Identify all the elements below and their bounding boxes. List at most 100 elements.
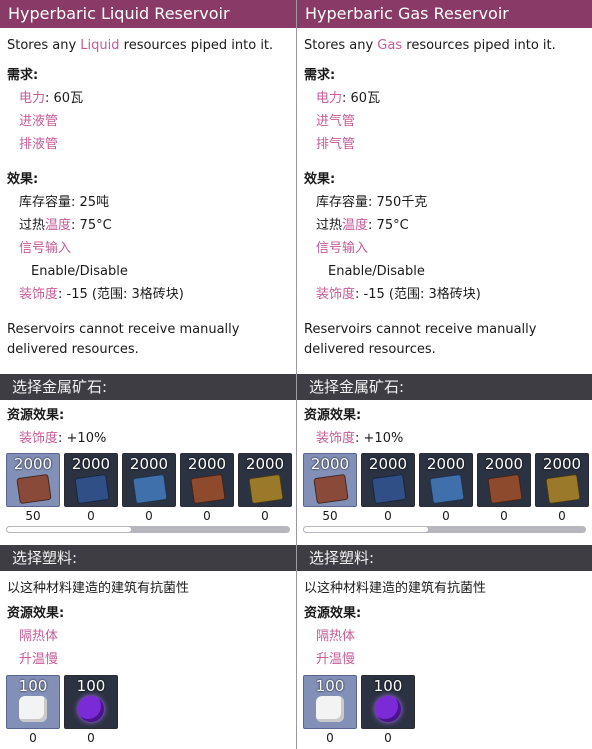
gold-amalgam-icon (545, 473, 581, 505)
metal-ore-tiles: 2000 50 2000 0 2000 0 2000 0 2000 0 (0, 450, 296, 524)
material-tile[interactable]: 2000 0 (122, 453, 176, 524)
overheat-effect: 过热温度: 75°C (316, 218, 409, 233)
slow-heating-link[interactable]: 升温慢 (7, 648, 289, 671)
scrollbar-thumb[interactable] (6, 526, 132, 533)
select-plastic-bar: 选择塑料: (297, 545, 592, 571)
material-tile-button[interactable]: 100 (6, 675, 60, 729)
super-plastic-icon (78, 696, 104, 722)
material-tile-button[interactable]: 2000 (535, 453, 589, 507)
material-tile[interactable]: 100 0 (361, 675, 415, 746)
metal-decor-effect: 装饰度: +10% (316, 431, 404, 446)
aluminum-ore-icon (132, 473, 168, 505)
material-tile-button[interactable]: 2000 (303, 453, 357, 507)
material-tile-button[interactable]: 2000 (361, 453, 415, 507)
insulator-link[interactable]: 隔热体 (304, 625, 585, 648)
select-plastic-bar: 选择塑料: (0, 545, 296, 571)
iron-ore-icon (190, 473, 226, 505)
signal-input-link[interactable]: 信号输入 (304, 237, 585, 260)
material-tile[interactable]: 2000 0 (238, 453, 292, 524)
plastic-description: 以这种材料建造的建筑有抗菌性 (7, 581, 190, 596)
material-tile-button[interactable]: 2000 (238, 453, 292, 507)
capacity-effect: 库存容量: 750千克 (316, 195, 428, 210)
scrollbar-thumb[interactable] (303, 526, 429, 533)
material-tile[interactable]: 2000 0 (419, 453, 473, 524)
material-tile-button[interactable]: 2000 (64, 453, 118, 507)
material-tile[interactable]: 2000 50 (6, 453, 60, 524)
material-tile-button[interactable]: 2000 (122, 453, 176, 507)
plastic-tiles: 100 0 100 0 (297, 671, 592, 746)
plastic-description: 以这种材料建造的建筑有抗菌性 (304, 581, 487, 596)
power-link[interactable]: 电力 (19, 91, 45, 106)
temperature-link[interactable]: 温度 (45, 218, 71, 233)
enable-disable-text: Enable/Disable (328, 264, 425, 279)
material-tile-button[interactable]: 100 (303, 675, 357, 729)
decor-effect: 装饰度: -15 (范围: 3格砖块) (316, 287, 481, 302)
material-tile-button[interactable]: 100 (64, 675, 118, 729)
decor-effect: 装饰度: -15 (范围: 3格砖块) (19, 287, 184, 302)
material-tile[interactable]: 2000 0 (361, 453, 415, 524)
decor-link[interactable]: 装饰度 (316, 431, 355, 446)
material-tile[interactable]: 2000 50 (303, 453, 357, 524)
output-pipe-link[interactable]: 排气管 (304, 133, 585, 156)
slow-heating-link[interactable]: 升温慢 (304, 648, 585, 671)
gold-amalgam-icon (248, 473, 284, 505)
panel-title: Hyperbaric Gas Reservoir (297, 0, 592, 28)
liquid-reservoir-panel: Hyperbaric Liquid Reservoir Stores any L… (0, 0, 296, 749)
plastic-icon (19, 696, 47, 722)
description: Stores any Gas resources piped into it. (304, 38, 556, 53)
plastic-icon (316, 696, 344, 722)
gas-link[interactable]: Gas (377, 38, 402, 53)
material-tile-button[interactable]: 100 (361, 675, 415, 729)
material-tile[interactable]: 100 0 (303, 675, 357, 746)
signal-input-link[interactable]: 信号输入 (7, 237, 289, 260)
capacity-effect: 库存容量: 25吨 (19, 195, 110, 210)
reservoir-note: Reservoirs cannot receive manually deliv… (304, 322, 537, 357)
temperature-link[interactable]: 温度 (342, 218, 368, 233)
insulator-link[interactable]: 隔热体 (7, 625, 289, 648)
output-pipe-link[interactable]: 排液管 (7, 133, 289, 156)
metal-ore-tiles: 2000 50 2000 0 2000 0 2000 0 2000 0 (297, 450, 592, 524)
iron-ore-icon (487, 473, 523, 505)
material-tile[interactable]: 2000 0 (180, 453, 234, 524)
copper-ore-icon (16, 473, 52, 505)
select-metal-ore-bar: 选择金属矿石: (0, 374, 296, 400)
decor-link[interactable]: 装饰度 (19, 287, 58, 302)
power-requirement: 电力: 60瓦 (316, 91, 381, 106)
metal-scrollbar[interactable] (6, 526, 290, 533)
liquid-link[interactable]: Liquid (80, 38, 119, 53)
cobalt-ore-icon (74, 473, 110, 505)
material-tile[interactable]: 2000 0 (64, 453, 118, 524)
material-tile-button[interactable]: 2000 (6, 453, 60, 507)
requirements-title: 需求: (7, 68, 39, 83)
resource-effects-title: 资源效果: (7, 606, 65, 621)
metal-decor-effect: 装饰度: +10% (19, 431, 107, 446)
gas-reservoir-panel: Hyperbaric Gas Reservoir Stores any Gas … (296, 0, 592, 749)
power-requirement: 电力: 60瓦 (19, 91, 84, 106)
panel-title: Hyperbaric Liquid Reservoir (0, 0, 296, 28)
input-pipe-link[interactable]: 进液管 (7, 110, 289, 133)
power-link[interactable]: 电力 (316, 91, 342, 106)
material-tile-button[interactable]: 2000 (419, 453, 473, 507)
effects-title: 效果: (304, 172, 336, 187)
metal-scrollbar[interactable] (303, 526, 586, 533)
description: Stores any Liquid resources piped into i… (7, 38, 274, 53)
material-tile-button[interactable]: 2000 (477, 453, 531, 507)
requirements-title: 需求: (304, 68, 336, 83)
decor-link[interactable]: 装饰度 (19, 431, 58, 446)
resource-effects-title: 资源效果: (7, 408, 65, 423)
input-pipe-link[interactable]: 进气管 (304, 110, 585, 133)
material-tile[interactable]: 2000 0 (477, 453, 531, 524)
plastic-tiles: 100 0 100 0 (0, 671, 296, 746)
material-tile[interactable]: 100 0 (6, 675, 60, 746)
resource-effects-title: 资源效果: (304, 408, 362, 423)
decor-link[interactable]: 装饰度 (316, 287, 355, 302)
reservoir-note: Reservoirs cannot receive manually deliv… (7, 322, 240, 357)
copper-ore-icon (313, 473, 349, 505)
aluminum-ore-icon (429, 473, 465, 505)
material-tile[interactable]: 100 0 (64, 675, 118, 746)
material-tile-button[interactable]: 2000 (180, 453, 234, 507)
select-metal-ore-bar: 选择金属矿石: (297, 374, 592, 400)
resource-effects-title: 资源效果: (304, 606, 362, 621)
material-tile[interactable]: 2000 0 (535, 453, 589, 524)
super-plastic-icon (375, 696, 401, 722)
